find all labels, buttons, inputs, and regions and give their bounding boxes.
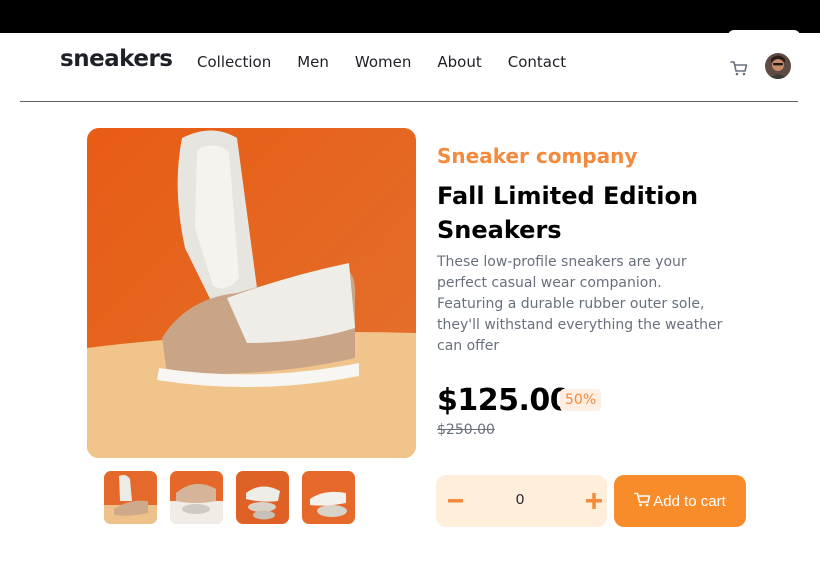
top-bar xyxy=(0,0,820,42)
product-main-image[interactable] xyxy=(87,128,416,458)
nav-item-contact[interactable]: Contact xyxy=(508,53,566,71)
add-to-cart-label: Add to cart xyxy=(653,492,726,510)
plus-icon[interactable] xyxy=(583,488,605,514)
product-company: Sneaker company xyxy=(437,144,638,168)
avatar[interactable] xyxy=(765,53,791,79)
nav-item-men[interactable]: Men xyxy=(297,53,329,71)
thumbnail-3[interactable] xyxy=(236,471,289,524)
add-to-cart-button[interactable]: Add to cart xyxy=(614,475,746,527)
minus-icon[interactable] xyxy=(446,488,468,514)
thumbnail-4[interactable] xyxy=(302,471,355,524)
nav-item-women[interactable]: Women xyxy=(355,53,411,71)
product-price: $125.00 xyxy=(437,383,571,418)
nav-item-about[interactable]: About xyxy=(437,53,481,71)
quantity-stepper: 0 xyxy=(436,475,607,527)
cart-button-icon xyxy=(634,492,651,511)
thumbnail-2[interactable] xyxy=(170,471,223,524)
quantity-value[interactable]: 0 xyxy=(496,491,544,508)
header-divider xyxy=(20,101,798,102)
original-price: $250.00 xyxy=(437,422,495,438)
site-header: sneakers Collection Men Women About Cont… xyxy=(0,33,820,102)
nav-item-collection[interactable]: Collection xyxy=(197,53,271,71)
product-title: Fall Limited Edition Sneakers xyxy=(437,182,699,244)
main-nav: Collection Men Women About Contact xyxy=(197,53,592,71)
thumbnail-1[interactable] xyxy=(104,471,157,524)
logo[interactable]: sneakers xyxy=(60,46,173,72)
product-description: These low-profile sneakers are your perf… xyxy=(437,254,723,354)
discount-badge: 50% xyxy=(560,389,602,411)
cart-icon[interactable] xyxy=(730,60,748,76)
